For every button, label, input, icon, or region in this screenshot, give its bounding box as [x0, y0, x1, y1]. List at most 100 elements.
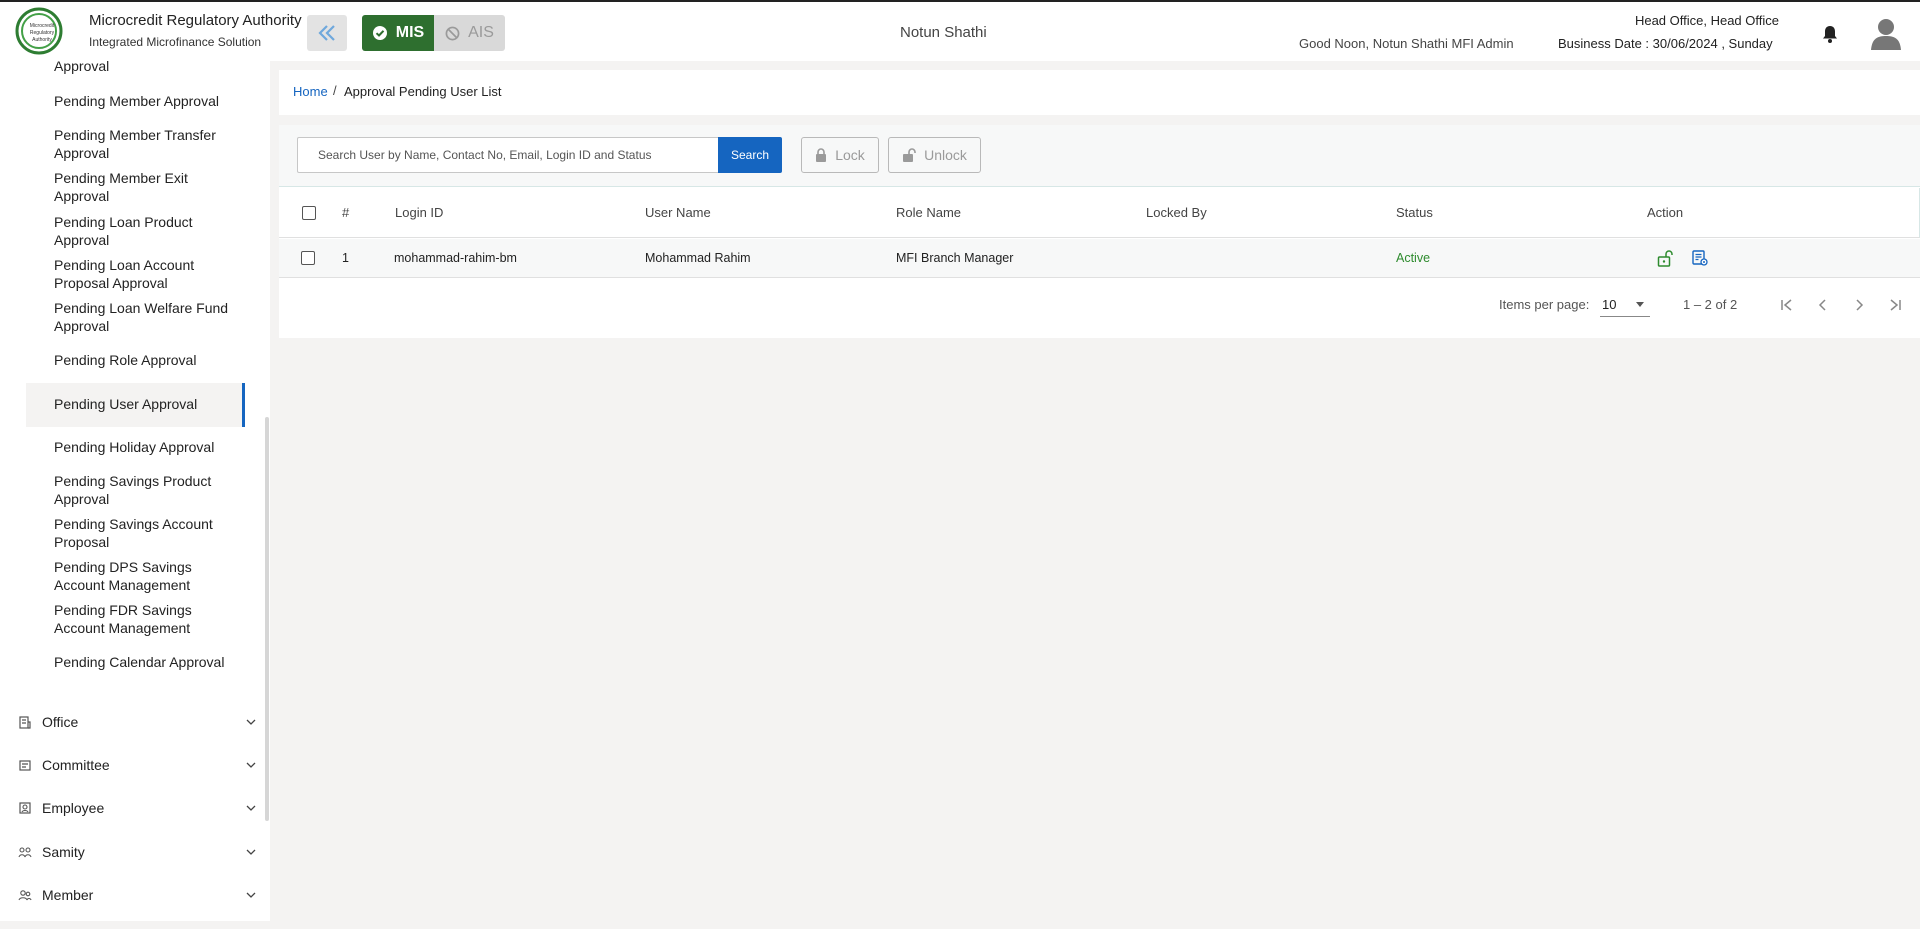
sidebar-item-pending-role-approval[interactable]: Pending Role Approval [54, 351, 244, 369]
items-per-page-value: 10 [1602, 297, 1617, 312]
app-header: Microcredit Regulatory Authority Microcr… [0, 0, 1920, 61]
svg-text:Regulatory: Regulatory [30, 30, 55, 36]
column-header-status: Status [1396, 205, 1433, 220]
member-icon [18, 890, 32, 901]
chevron-left-icon [1818, 299, 1826, 311]
unlock-button[interactable]: Unlock [888, 137, 981, 173]
double-chevron-left-icon [318, 25, 335, 41]
sidebar-section-label: Samity [42, 844, 85, 860]
brand-title: Microcredit Regulatory Authority [89, 12, 302, 29]
column-header-locked-by: Locked By [1146, 205, 1207, 220]
sidebar-item-pending-fdr-savings-account-management[interactable]: Pending FDR Savings Account Management [54, 601, 244, 637]
sidebar-item-pending-member-approval[interactable]: Pending Member Approval [54, 92, 244, 110]
sidebar-section-committee[interactable]: Committee [18, 755, 258, 775]
sidebar-section-member[interactable]: Member [18, 885, 258, 905]
sidebar: Approval Pending Member Approval Pending… [0, 61, 270, 921]
column-header-user-name: User Name [645, 205, 711, 220]
dropdown-arrow-icon [1636, 302, 1644, 307]
column-header-index: # [342, 205, 350, 220]
sidebar-item-pending-savings-product-approval[interactable]: Pending Savings Product Approval [54, 472, 244, 508]
chevron-down-icon [246, 762, 256, 768]
collapse-sidebar-button[interactable] [307, 15, 347, 51]
view-details-icon[interactable] [1691, 249, 1709, 267]
mis-label: MIS [395, 24, 425, 41]
user-greeting: Good Noon, Notun Shathi MFI Admin [1299, 36, 1514, 51]
sidebar-scrollbar[interactable] [265, 417, 269, 821]
previous-page-button[interactable] [1811, 293, 1835, 317]
chevron-down-icon [246, 892, 256, 898]
page-title: Approval Pending User List [344, 84, 502, 99]
chevron-right-icon [1856, 299, 1864, 311]
ais-label: AIS [468, 24, 494, 41]
search-button[interactable]: Search [718, 137, 782, 173]
lock-label: Lock [835, 147, 865, 163]
mra-logo: Microcredit Regulatory Authority [15, 7, 63, 55]
breadcrumb-home-link[interactable]: Home [293, 84, 328, 99]
row-checkbox[interactable] [301, 251, 315, 265]
sidebar-item-pending-member-transfer-approval[interactable]: Pending Member Transfer Approval [54, 126, 244, 162]
check-circle-icon [372, 26, 387, 40]
cell-index: 1 [342, 251, 349, 265]
sidebar-item-pending-savings-account-proposal[interactable]: Pending Savings Account Proposal [54, 515, 244, 551]
mode-toggle: MIS AIS [362, 15, 505, 51]
last-page-button[interactable] [1883, 293, 1907, 317]
notification-bell-icon[interactable] [1820, 24, 1840, 44]
sidebar-item-pending-loan-account-proposal-approval[interactable]: Pending Loan Account Proposal Approval [54, 256, 244, 292]
breadcrumb-separator: / [333, 83, 337, 98]
breadcrumb: Home / Approval Pending User List [279, 70, 1920, 115]
sidebar-section-label: Member [42, 887, 94, 903]
sidebar-item-pending-calendar-approval[interactable]: Pending Calendar Approval [54, 653, 244, 671]
cell-login-id: mohammad-rahim-bm [394, 251, 517, 265]
lock-icon [816, 148, 827, 162]
items-per-page-label: Items per page: [1499, 297, 1590, 312]
first-page-icon [1781, 299, 1792, 311]
table-header: # Login ID User Name Role Name Locked By… [279, 188, 1920, 238]
lock-button[interactable]: Lock [801, 137, 879, 173]
sidebar-section-label: Committee [42, 757, 110, 773]
sidebar-item-pending-dps-savings-account-management[interactable]: Pending DPS Savings Account Management [54, 558, 244, 594]
column-header-login-id: Login ID [395, 205, 444, 220]
brand-subtitle: Integrated Microfinance Solution [89, 35, 262, 49]
sidebar-item-pending-loan-welfare-fund-approval[interactable]: Pending Loan Welfare Fund Approval [54, 299, 244, 335]
first-page-button[interactable] [1775, 293, 1799, 317]
last-page-icon [1890, 299, 1901, 311]
office-name: Head Office, Head Office [1634, 13, 1779, 28]
sidebar-section-employee[interactable]: Employee [18, 798, 258, 818]
table-toolbar: Search Lock Unlock [279, 125, 1920, 187]
chevron-down-icon [246, 805, 256, 811]
sidebar-section-samity[interactable]: Samity [18, 842, 258, 862]
samity-icon [18, 847, 32, 858]
page-range: 1 – 2 of 2 [1683, 297, 1738, 312]
cell-user-name: Mohammad Rahim [645, 251, 751, 265]
blocked-icon [445, 26, 460, 40]
cell-status: Active [1396, 251, 1431, 265]
employee-icon [19, 802, 31, 814]
mis-mode-button[interactable]: MIS [362, 15, 434, 51]
sidebar-section-label: Employee [42, 800, 105, 816]
sidebar-item-pending-user-approval[interactable]: Pending User Approval [54, 395, 244, 413]
search-input[interactable] [297, 137, 718, 173]
sidebar-item-approval[interactable]: Approval [54, 61, 244, 75]
cell-role-name: MFI Branch Manager [896, 251, 1014, 265]
svg-text:Authority: Authority [32, 37, 52, 43]
sidebar-item-pending-loan-product-approval[interactable]: Pending Loan Product Approval [54, 213, 244, 249]
unlock-action-icon[interactable] [1656, 249, 1674, 267]
column-header-role-name: Role Name [896, 205, 962, 220]
column-header-action: Action [1647, 205, 1684, 220]
items-per-page-select[interactable]: 10 [1600, 295, 1650, 317]
business-date: Business Date : 30/06/2024 , Sunday [1558, 36, 1773, 51]
svg-text:Microcredit: Microcredit [30, 23, 55, 29]
chevron-down-icon [246, 719, 256, 725]
office-icon [19, 716, 31, 729]
sidebar-section-office[interactable]: Office [18, 712, 258, 732]
user-list-card: Search Lock Unlock # Login ID User Name … [279, 125, 1920, 338]
user-avatar-icon[interactable] [1870, 16, 1902, 50]
next-page-button[interactable] [1847, 293, 1871, 317]
table-row: 1 mohammad-rahim-bm Mohammad Rahim MFI B… [279, 239, 1920, 278]
sidebar-item-pending-holiday-approval[interactable]: Pending Holiday Approval [54, 438, 244, 456]
ais-mode-button[interactable]: AIS [434, 15, 505, 51]
select-all-checkbox[interactable] [302, 206, 316, 220]
organization-name: Notun Shathi [900, 24, 987, 41]
unlock-icon [903, 148, 916, 162]
sidebar-item-pending-member-exit-approval[interactable]: Pending Member Exit Approval [54, 169, 244, 205]
